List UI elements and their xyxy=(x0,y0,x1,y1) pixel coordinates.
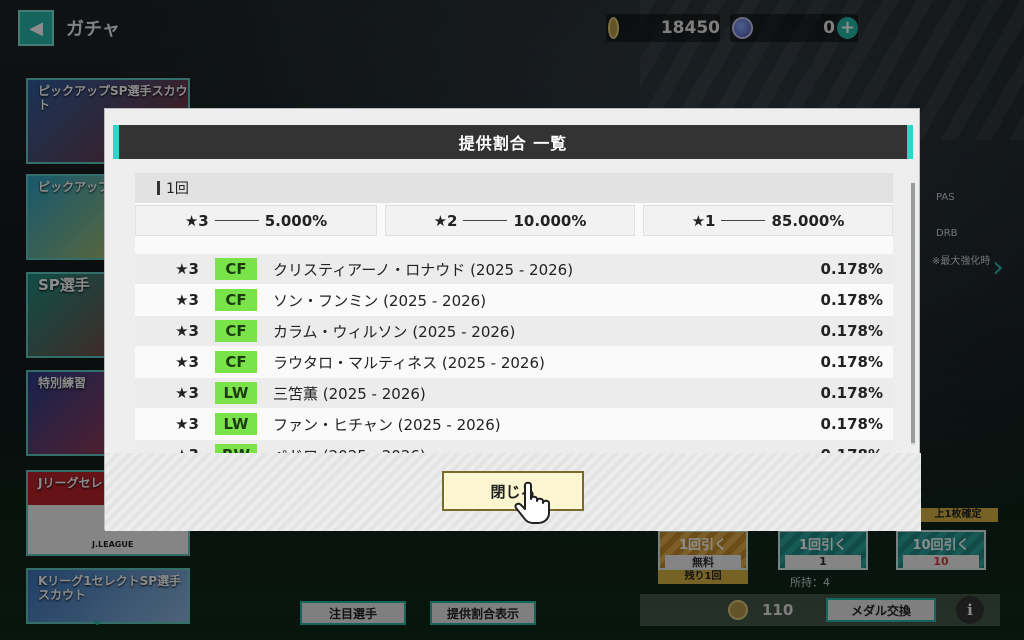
rate-divider xyxy=(214,220,259,221)
rate-value: 5.000% xyxy=(264,211,328,230)
dialog-scrollbar[interactable] xyxy=(911,183,915,445)
player-rate-row: ★3 CF クリスティアーノ・ロナウド (2025 - 2026) 0.178% xyxy=(135,254,893,284)
player-rate: 0.178% xyxy=(820,415,883,433)
rate-stars: ★3 xyxy=(184,211,209,230)
player-rate: 0.178% xyxy=(820,322,883,340)
player-rate-row: ★3 LW ファン・ヒチャン (2025 - 2026) 0.178% xyxy=(135,409,893,439)
player-rarity: ★3 xyxy=(175,322,199,340)
player-rate: 0.178% xyxy=(820,384,883,402)
rate-stars: ★1 xyxy=(691,211,716,230)
rate-divider xyxy=(721,220,766,221)
dialog-title: 提供割合 一覧 xyxy=(113,125,913,159)
player-rate-row: ★3 CF ソン・フンミン (2025 - 2026) 0.178% xyxy=(135,285,893,315)
position-badge: CF xyxy=(215,289,257,311)
player-rate: 0.178% xyxy=(820,353,883,371)
player-rarity: ★3 xyxy=(175,415,199,433)
rate-box-star3: ★3 5.000% xyxy=(135,205,377,236)
player-rarity: ★3 xyxy=(175,384,199,402)
rate-box-star1: ★1 85.000% xyxy=(643,205,893,236)
rate-value: 10.000% xyxy=(513,211,587,230)
position-badge: LW xyxy=(215,413,257,435)
rate-box-star2: ★2 10.000% xyxy=(385,205,635,236)
rate-list-dialog: 提供割合 一覧 1回 ★3 5.000% ★2 10.000% ★1 85.00… xyxy=(104,108,921,531)
player-rate: 0.178% xyxy=(820,260,883,278)
player-name: カラム・ウィルソン (2025 - 2026) xyxy=(273,322,516,341)
position-badge: CF xyxy=(215,351,257,373)
section-bar xyxy=(157,181,160,195)
player-name: ファン・ヒチャン (2025 - 2026) xyxy=(273,415,501,434)
player-rate: 0.178% xyxy=(820,291,883,309)
rate-value: 85.000% xyxy=(771,211,845,230)
position-badge: LW xyxy=(215,382,257,404)
section-header: 1回 xyxy=(135,173,893,203)
player-rarity: ★3 xyxy=(175,260,199,278)
position-badge: CF xyxy=(215,320,257,342)
dialog-content[interactable]: 1回 ★3 5.000% ★2 10.000% ★1 85.000% ★3 CF… xyxy=(135,173,893,455)
player-rate-row: ★3 CF カラム・ウィルソン (2025 - 2026) 0.178% xyxy=(135,316,893,346)
position-badge: CF xyxy=(215,258,257,280)
rate-stars: ★2 xyxy=(433,211,458,230)
player-name: クリスティアーノ・ロナウド (2025 - 2026) xyxy=(273,260,574,279)
pointing-hand-icon xyxy=(514,481,550,524)
player-rate-row: ★3 LW 三笘薫 (2025 - 2026) 0.178% xyxy=(135,378,893,408)
player-name: ラウタロ・マルティネス (2025 - 2026) xyxy=(273,353,545,372)
player-name: ソン・フンミン (2025 - 2026) xyxy=(273,291,487,310)
player-name: 三笘薫 (2025 - 2026) xyxy=(273,384,426,403)
scrollbar-thumb[interactable] xyxy=(911,183,915,443)
player-rarity: ★3 xyxy=(175,353,199,371)
player-rate-row: ★3 CF ラウタロ・マルティネス (2025 - 2026) 0.178% xyxy=(135,347,893,377)
rate-divider xyxy=(463,220,508,221)
section-title: 1回 xyxy=(166,181,189,197)
player-rarity: ★3 xyxy=(175,291,199,309)
